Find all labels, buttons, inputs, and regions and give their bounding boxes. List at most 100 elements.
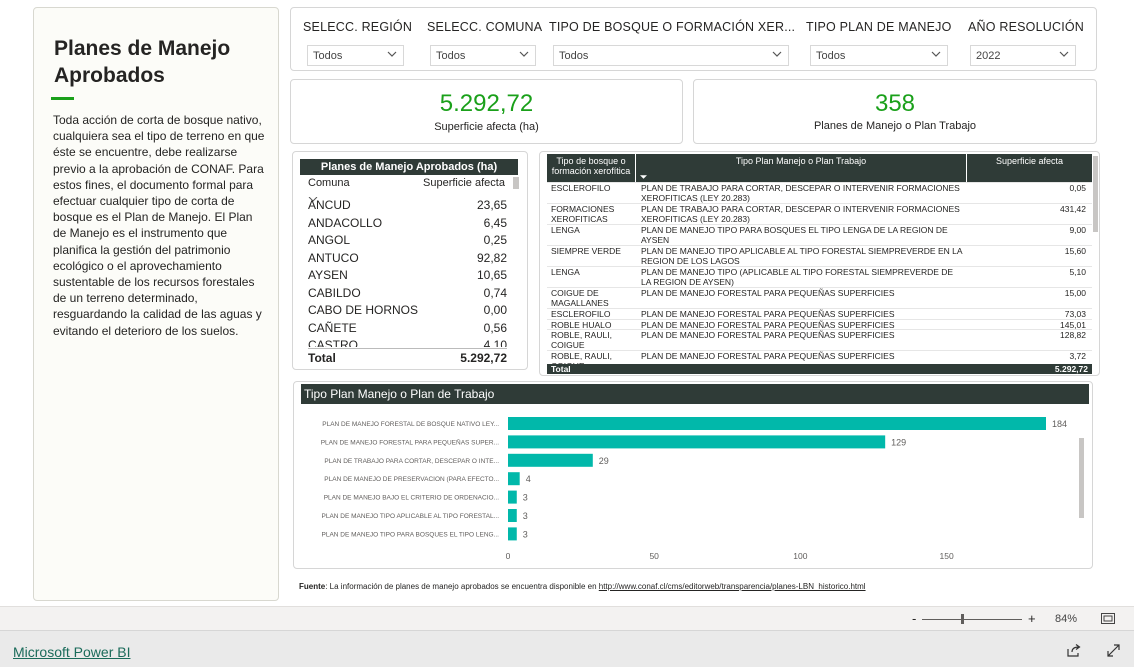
bar[interactable] <box>508 435 886 449</box>
bar[interactable] <box>508 527 517 541</box>
cell-surface: 15,60 <box>1064 246 1086 256</box>
total-value: 5.292,72 <box>1054 364 1088 374</box>
table-row[interactable]: COIGUE DE MAGALLANES PLAN DE MANEJO FORE… <box>547 287 1092 308</box>
table-row[interactable]: CAÑETE 0,56 <box>308 321 507 339</box>
data-label: 3 <box>523 529 528 539</box>
table-row[interactable]: ESCLEROFILO PLAN DE TRABAJO PARA CORTAR,… <box>547 182 1092 203</box>
forest-type-dropdown[interactable]: Todos <box>553 45 789 66</box>
bar[interactable] <box>508 417 1046 430</box>
sort-arrow-icon[interactable] <box>308 189 318 202</box>
table-row[interactable]: ANDACOLLO 6,45 <box>308 216 507 234</box>
table-row[interactable]: LENGA PLAN DE MANEJO TIPO (APLICABLE AL … <box>547 266 1092 287</box>
slicer-comuna-label: SELECC. COMUNA <box>427 20 543 34</box>
table-row[interactable]: ROBLE, RAULI, COIGUE PLAN DE MANEJO FORE… <box>547 350 1092 364</box>
chart-title: Tipo Plan Manejo o Plan de Trabajo <box>301 384 1089 404</box>
share-icon[interactable] <box>1067 644 1081 657</box>
bar[interactable] <box>508 490 517 504</box>
table-row[interactable]: ROBLE, RAULI, COIGUE PLAN DE MANEJO FORE… <box>547 329 1092 350</box>
table-row[interactable]: LENGA PLAN DE MANEJO TIPO PARA BOSQUES E… <box>547 224 1092 245</box>
cell-comuna: CASTRO <box>308 338 359 347</box>
bar[interactable] <box>508 472 520 486</box>
fit-to-page-icon[interactable] <box>1101 613 1115 624</box>
cell-surface: 0,00 <box>483 303 507 317</box>
table-row[interactable]: FORMACIONES XEROFITICAS PLAN DE TRABAJO … <box>547 203 1092 224</box>
forest-plan-table: Tipo de bosque o formación xerofítica Ti… <box>539 151 1100 376</box>
cell-comuna: ANTUCO <box>308 250 359 265</box>
slicer-region-label: SELECC. REGIÓN <box>303 20 413 34</box>
table-row[interactable]: CABO DE HORNOS 0,00 <box>308 303 507 321</box>
slicer-forest-type-label: TIPO DE BOSQUE O FORMACIÓN XER... <box>549 20 796 34</box>
comuna-dropdown-value: Todos <box>436 50 466 62</box>
total-label: Total <box>551 364 571 374</box>
region-dropdown[interactable]: Todos <box>307 45 404 66</box>
cell-comuna: ANDACOLLO <box>308 215 383 230</box>
cell-comuna: AYSEN <box>308 268 348 282</box>
source-link[interactable]: http://www.conaf.cl/cms/editorweb/transp… <box>599 582 866 591</box>
cell-surface: 4,10 <box>483 338 507 347</box>
table-row[interactable]: CABILDO 0,74 <box>308 286 507 304</box>
forest-plan-table-scrollbar[interactable] <box>1093 156 1098 232</box>
zoom-out-button[interactable]: - <box>912 611 916 626</box>
category-label: PLAN DE MANEJO FORESTAL DE BOSQUE NATIVO… <box>322 421 499 428</box>
source-text: : La información de planes de manejo apr… <box>325 582 599 591</box>
chart-scrollbar[interactable] <box>1079 438 1084 518</box>
cell-surface: 0,56 <box>483 320 507 335</box>
table-row[interactable]: ANGOL 0,25 <box>308 233 507 251</box>
col-header-surface[interactable]: Superficie afecta <box>967 154 1092 182</box>
cell-surface: 6,45 <box>483 215 507 230</box>
table-row[interactable]: ESCLEROFILO PLAN DE MANEJO FORESTAL PARA… <box>547 308 1092 319</box>
source-note: Fuente: La información de planes de mane… <box>299 582 866 591</box>
data-label: 129 <box>891 437 906 447</box>
plan-type-dropdown-value: Todos <box>816 50 846 62</box>
report-canvas: Planes de Manejo Aprobados Toda acción d… <box>0 0 1134 606</box>
cell-plan-type: PLAN DE TRABAJO PARA CORTAR, DESCEPAR O … <box>641 204 960 224</box>
cell-forest-type: ROBLE, RAULI, COIGUE <box>551 330 612 350</box>
page-title: Planes de Manejo Aprobados <box>54 37 231 87</box>
col-header-forest-type-label: Tipo de bosque o formación xerofítica <box>551 156 631 176</box>
bar-chart: PLAN DE MANEJO FORESTAL DE BOSQUE NATIVO… <box>321 417 1067 561</box>
col-header-surface-label: Superficie afecta <box>995 156 1064 166</box>
cell-forest-type: LENGA <box>551 225 580 235</box>
zoom-level: 84% <box>1055 613 1078 625</box>
fullscreen-icon[interactable] <box>1107 644 1120 657</box>
cell-forest-type: FORMACIONES XEROFITICAS <box>551 204 615 224</box>
col-header-comuna[interactable]: Comuna <box>308 177 350 189</box>
cell-surface: 3,72 <box>1069 351 1086 361</box>
plan-type-chart-card: Tipo Plan Manejo o Plan de Trabajo PLAN … <box>293 381 1093 569</box>
zoom-in-button[interactable]: + <box>1028 611 1036 626</box>
powerbi-brand-link[interactable]: Microsoft Power BI <box>13 644 130 660</box>
cell-comuna: ANCUD <box>308 198 351 212</box>
comuna-table-scrollbar[interactable] <box>513 177 519 189</box>
cell-forest-type: ESCLEROFILO <box>551 183 611 193</box>
bar[interactable] <box>508 509 517 522</box>
table-row[interactable]: ANCUD 23,65 <box>308 198 507 216</box>
table-row[interactable]: AYSEN 10,65 <box>308 268 507 286</box>
col-header-forest-type[interactable]: Tipo de bosque o formación xerofítica <box>547 154 653 182</box>
chevron-down-icon <box>519 51 529 57</box>
col-header-surface[interactable]: Superficie afecta <box>423 177 505 189</box>
x-tick-label: 150 <box>939 551 953 561</box>
table-row[interactable]: ROBLE HUALO PLAN DE MANEJO FORESTAL PARA… <box>547 319 1092 330</box>
table-row[interactable]: CASTRO 4,10 <box>308 338 507 347</box>
table-row[interactable]: SIEMPRE VERDE PLAN DE MANEJO TIPO APLICA… <box>547 245 1092 266</box>
cell-surface: 15,00 <box>1064 288 1086 298</box>
data-label: 4 <box>526 474 531 484</box>
sort-arrow-icon[interactable] <box>640 175 647 179</box>
zoom-slider-thumb[interactable] <box>961 614 964 624</box>
chevron-down-icon <box>931 51 941 57</box>
category-label: PLAN DE MANEJO TIPO PARA BOSQUES EL TIPO… <box>322 531 500 538</box>
x-tick-label: 0 <box>506 551 511 561</box>
col-header-plan-type[interactable]: Tipo Plan Manejo o Plan Trabajo <box>636 154 966 182</box>
year-dropdown[interactable]: 2022 <box>970 45 1076 66</box>
slicer-plan-type-label: TIPO PLAN DE MANEJO <box>806 20 952 34</box>
cell-surface: 128,82 <box>1060 330 1086 340</box>
table-row[interactable]: ANTUCO 92,82 <box>308 251 507 269</box>
data-label: 3 <box>523 493 528 503</box>
cell-forest-type: COIGUE DE MAGALLANES <box>551 288 609 308</box>
bar[interactable] <box>508 453 593 467</box>
plan-type-dropdown[interactable]: Todos <box>810 45 948 66</box>
cell-forest-type: LENGA <box>551 267 580 277</box>
comuna-dropdown[interactable]: Todos <box>430 45 536 66</box>
col-header-plan-type-label: Tipo Plan Manejo o Plan Trabajo <box>735 156 867 166</box>
zoom-slider-track[interactable] <box>922 619 1022 620</box>
